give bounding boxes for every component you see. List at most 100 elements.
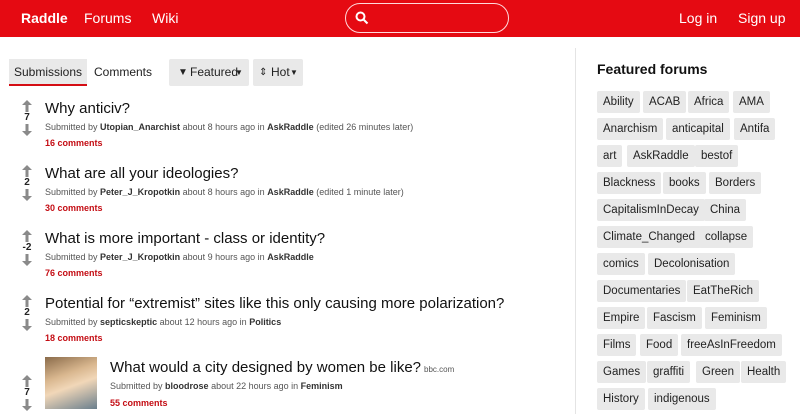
forum-tag[interactable]: anticapital <box>666 118 730 140</box>
signup-link[interactable]: Sign up <box>738 10 785 26</box>
post-time: about 12 hours ago in <box>159 317 247 327</box>
post-author-link[interactable]: bloodrose <box>165 381 209 391</box>
sort-icon: ⇕ <box>259 67 268 78</box>
submitted-by-label: Submitted by <box>45 122 98 132</box>
post-author-link[interactable]: Peter_J_Kropotkin <box>100 252 180 262</box>
post-edited-note: (edited 26 minutes later) <box>316 122 414 132</box>
forum-tag[interactable]: EatTheRich <box>687 280 760 302</box>
post-edited-note: (edited 1 minute later) <box>316 187 404 197</box>
submitted-by-label: Submitted by <box>45 317 98 327</box>
upvote-icon[interactable] <box>15 375 39 387</box>
forum-tag[interactable]: Games <box>597 361 647 383</box>
upvote-icon[interactable] <box>15 295 39 307</box>
vote-control: 7 <box>15 100 39 136</box>
search-input[interactable] <box>345 3 509 33</box>
post-time: about 22 hours ago in <box>211 381 299 391</box>
post-score: 2 <box>24 177 30 188</box>
forum-tag[interactable]: Films <box>597 334 637 356</box>
post-forum-link[interactable]: Politics <box>249 317 281 327</box>
post-comments-link[interactable]: 55 comments <box>110 398 168 408</box>
featured-filter-label: Featured <box>190 65 239 79</box>
forum-tag[interactable]: art <box>597 145 623 167</box>
post-meta: Submitted by Utopian_Anarchist about 8 h… <box>45 122 413 132</box>
forum-tag[interactable]: Fascism <box>647 307 702 329</box>
post-forum-link[interactable]: AskRaddle <box>267 252 314 262</box>
downvote-icon[interactable] <box>15 319 39 331</box>
post-forum-link[interactable]: Feminism <box>301 381 343 391</box>
sort-hot-label: Hot <box>271 65 290 79</box>
upvote-icon[interactable] <box>15 100 39 112</box>
brand-logo-link[interactable]: Raddle <box>21 10 68 26</box>
post-time: about 8 hours ago in <box>182 122 265 132</box>
post-author-link[interactable]: Utopian_Anarchist <box>100 122 180 132</box>
forum-tag[interactable]: Feminism <box>705 307 767 329</box>
forum-tag[interactable]: Antifa <box>734 118 776 140</box>
post-comments-link[interactable]: 16 comments <box>45 138 103 148</box>
post-title-link[interactable]: What is more important - class or identi… <box>45 230 325 247</box>
post-author-link[interactable]: septicskeptic <box>100 317 157 327</box>
submitted-by-label: Submitted by <box>45 252 98 262</box>
forum-tag[interactable]: Food <box>640 334 679 356</box>
chevron-down-icon: ▼ <box>235 68 243 77</box>
submitted-by-label: Submitted by <box>45 187 98 197</box>
forum-tag[interactable]: Documentaries <box>597 280 687 302</box>
post-comments-link[interactable]: 18 comments <box>45 333 103 343</box>
forum-tag[interactable]: Empire <box>597 307 646 329</box>
forum-tag[interactable]: China <box>704 199 747 221</box>
post-time: about 8 hours ago in <box>182 187 265 197</box>
nav-forums-link[interactable]: Forums <box>84 10 131 26</box>
forum-tag[interactable]: Green <box>696 361 740 383</box>
forum-tag[interactable]: comics <box>597 253 645 275</box>
tab-comments[interactable]: Comments <box>87 59 159 86</box>
post-author-link[interactable]: Peter_J_Kropotkin <box>100 187 180 197</box>
forum-tag[interactable]: Decolonisation <box>648 253 736 275</box>
forum-tag[interactable]: collapse <box>699 226 754 248</box>
post-title-link[interactable]: Potential for “extremist” sites like thi… <box>45 295 504 312</box>
post-forum-link[interactable]: AskRaddle <box>267 187 314 197</box>
content-divider <box>575 48 576 414</box>
forum-tag[interactable]: History <box>597 388 645 410</box>
post-comments-link[interactable]: 76 comments <box>45 268 103 278</box>
forum-tag[interactable]: Climate_Changed <box>597 226 702 248</box>
post-score: -2 <box>22 242 32 253</box>
search-icon <box>355 11 369 25</box>
downvote-icon[interactable] <box>15 124 39 136</box>
forum-tag[interactable]: ACAB <box>643 91 687 113</box>
filter-icon: ▼ <box>178 67 188 78</box>
post-thumbnail[interactable] <box>45 357 97 409</box>
forum-tag[interactable]: Africa <box>688 91 730 113</box>
forum-tag[interactable]: freeAsInFreedom <box>681 334 782 356</box>
login-link[interactable]: Log in <box>679 10 717 26</box>
forum-tag[interactable]: indigenous <box>648 388 716 410</box>
post-title-link[interactable]: What are all your ideologies? <box>45 165 238 182</box>
nav-wiki-link[interactable]: Wiki <box>152 10 178 26</box>
forum-tag[interactable]: Blackness <box>597 172 662 194</box>
post-meta: Submitted by Peter_J_Kropotkin about 8 h… <box>45 187 404 197</box>
forum-tag[interactable]: Anarchism <box>597 118 664 140</box>
post-meta: Submitted by bloodrose about 22 hours ag… <box>110 381 343 391</box>
post-time: about 9 hours ago in <box>182 252 265 262</box>
forum-tag[interactable]: Ability <box>597 91 640 113</box>
forum-tag[interactable]: books <box>663 172 706 194</box>
post-title-link[interactable]: Why anticiv? <box>45 100 130 117</box>
tab-submissions[interactable]: Submissions <box>9 59 87 86</box>
featured-filter-button[interactable]: ▼ Featured ▼ <box>169 59 249 86</box>
upvote-icon[interactable] <box>15 230 39 242</box>
post-score: 7 <box>24 387 30 398</box>
post-comments-link[interactable]: 30 comments <box>45 203 103 213</box>
forum-tag[interactable]: Health <box>741 361 787 383</box>
downvote-icon[interactable] <box>15 399 39 411</box>
forum-tag[interactable]: Borders <box>709 172 762 194</box>
chevron-down-icon: ▼ <box>290 68 298 77</box>
forum-tag[interactable]: CapitalismInDecay <box>597 199 705 221</box>
downvote-icon[interactable] <box>15 254 39 266</box>
post-title-link[interactable]: What would a city designed by women be l… <box>110 359 454 376</box>
forum-tag[interactable]: bestof <box>695 145 739 167</box>
upvote-icon[interactable] <box>15 165 39 177</box>
forum-tag[interactable]: AMA <box>733 91 770 113</box>
forum-tag[interactable]: AskRaddle <box>627 145 695 167</box>
forum-tag[interactable]: graffiti <box>647 361 691 383</box>
sort-hot-button[interactable]: ⇕ Hot ▼ <box>253 59 303 86</box>
downvote-icon[interactable] <box>15 189 39 201</box>
post-forum-link[interactable]: AskRaddle <box>267 122 314 132</box>
